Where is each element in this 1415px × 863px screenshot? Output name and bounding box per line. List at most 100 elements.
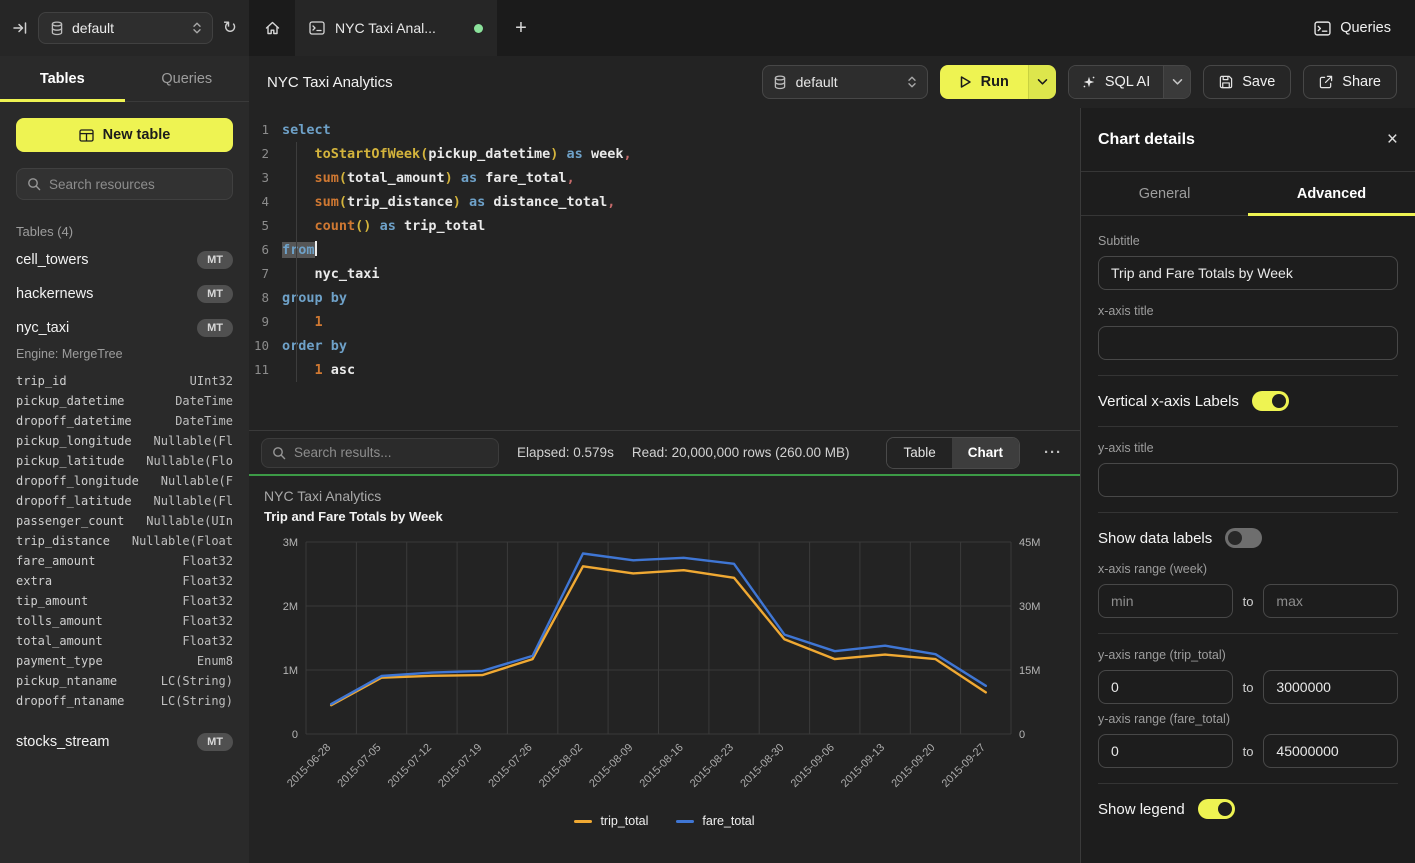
column-name: dropoff_latitude (16, 494, 132, 508)
sidebar-search-input[interactable] (49, 177, 222, 192)
new-table-button[interactable]: New table (16, 118, 233, 152)
code-line[interactable]: 6from (249, 238, 1080, 262)
svg-text:2015-08-02: 2015-08-02 (537, 742, 585, 790)
engine-badge: MT (197, 251, 233, 269)
show-data-labels-toggle[interactable] (1225, 528, 1262, 548)
legend-item-fare_total[interactable]: fare_total (676, 814, 754, 828)
panel-tab-general[interactable]: General (1081, 172, 1248, 215)
column-row[interactable]: fare_amountFloat32 (16, 551, 233, 571)
panel-tab-advanced[interactable]: Advanced (1248, 172, 1415, 215)
collapse-sidebar-icon[interactable] (12, 20, 28, 36)
y-range-trip-max-input[interactable] (1263, 670, 1398, 704)
x-axis-title-input[interactable] (1098, 326, 1398, 360)
sql-ai-options-button[interactable] (1163, 66, 1190, 98)
x-range-max-input[interactable] (1263, 584, 1398, 618)
column-row[interactable]: total_amountFloat32 (16, 631, 233, 651)
sql-editor[interactable]: 1select2 toStartOfWeek(pickup_datetime) … (249, 108, 1080, 430)
more-options-icon[interactable]: ··· (1038, 444, 1068, 461)
code-line[interactable]: 11 1 asc (249, 358, 1080, 382)
code-line[interactable]: 7 nyc_taxi (249, 262, 1080, 286)
y-range-fare-min-input[interactable] (1098, 734, 1233, 768)
column-row[interactable]: pickup_longitudeNullable(Fl (16, 431, 233, 451)
column-type: Float32 (182, 634, 233, 648)
sql-ai-button[interactable]: SQL AI (1069, 66, 1163, 98)
code-line[interactable]: 2 toStartOfWeek(pickup_datetime) as week… (249, 142, 1080, 166)
column-row[interactable]: pickup_ntanameLC(String) (16, 671, 233, 691)
chevron-up-down-icon (192, 21, 202, 35)
legend-swatch (676, 820, 694, 823)
home-button[interactable] (249, 0, 295, 56)
toolbar-database-selector[interactable]: default (762, 65, 928, 99)
table-row-hackernews[interactable]: hackernews MT (0, 277, 249, 311)
sidebar-tab-queries[interactable]: Queries (125, 56, 250, 101)
column-row[interactable]: tolls_amountFloat32 (16, 611, 233, 631)
x-range-min-input[interactable] (1098, 584, 1233, 618)
svg-text:2015-09-13: 2015-09-13 (839, 742, 887, 790)
column-row[interactable]: pickup_latitudeNullable(Flo (16, 451, 233, 471)
subtitle-input[interactable] (1098, 256, 1398, 290)
column-row[interactable]: dropoff_ntanameLC(String) (16, 691, 233, 711)
tab-nyc-taxi-analytics[interactable]: NYC Taxi Anal... (295, 0, 497, 56)
vertical-x-labels-toggle[interactable] (1252, 391, 1289, 411)
sidebar-tab-tables[interactable]: Tables (0, 56, 125, 101)
new-tab-button[interactable]: + (497, 0, 545, 56)
subtitle-label: Subtitle (1098, 234, 1398, 248)
column-row[interactable]: dropoff_latitudeNullable(Fl (16, 491, 233, 511)
table-row-cell-towers[interactable]: cell_towers MT (0, 243, 249, 277)
chart-subtitle: Trip and Fare Totals by Week (264, 509, 1065, 524)
code-line[interactable]: 10order by (249, 334, 1080, 358)
y-range-fare-max-input[interactable] (1263, 734, 1398, 768)
column-row[interactable]: dropoff_longitudeNullable(F (16, 471, 233, 491)
line-chart: 001M15M2M30M3M45M2015-06-282015-07-05201… (264, 528, 1065, 814)
code-line[interactable]: 4 sum(trip_distance) as distance_total, (249, 190, 1080, 214)
legend-item-trip_total[interactable]: trip_total (574, 814, 648, 828)
share-button[interactable]: Share (1303, 65, 1397, 99)
line-number: 9 (249, 310, 282, 334)
run-button[interactable]: Run (940, 65, 1028, 99)
table-row-stocks-stream[interactable]: stocks_stream MT (0, 725, 249, 759)
indent-guide (296, 142, 297, 382)
save-button[interactable]: Save (1203, 65, 1291, 99)
column-name: tolls_amount (16, 614, 103, 628)
column-type: Nullable(Float (132, 534, 233, 548)
sidebar-search[interactable] (16, 168, 233, 200)
refresh-icon[interactable]: ↻ (223, 18, 237, 38)
results-search-input[interactable] (294, 445, 488, 460)
column-row[interactable]: passenger_countNullable(UIn (16, 511, 233, 531)
results-search[interactable] (261, 438, 499, 468)
code-line[interactable]: 5 count() as trip_total (249, 214, 1080, 238)
sql-ai-label: SQL AI (1105, 74, 1150, 90)
column-row[interactable]: pickup_datetimeDateTime (16, 391, 233, 411)
column-row[interactable]: dropoff_datetimeDateTime (16, 411, 233, 431)
column-row[interactable]: tip_amountFloat32 (16, 591, 233, 611)
code-line[interactable]: 8group by (249, 286, 1080, 310)
show-legend-toggle[interactable] (1198, 799, 1235, 819)
database-selector-value: default (72, 20, 114, 36)
code-line[interactable]: 1select (249, 118, 1080, 142)
y-axis-title-input[interactable] (1098, 463, 1398, 497)
y-range-trip-row: to (1098, 670, 1398, 704)
database-icon (50, 21, 64, 36)
toggle-knob (1228, 531, 1242, 545)
column-row[interactable]: extraFloat32 (16, 571, 233, 591)
code-line[interactable]: 9 1 (249, 310, 1080, 334)
y-range-trip-min-input[interactable] (1098, 670, 1233, 704)
column-row[interactable]: trip_distanceNullable(Float (16, 531, 233, 551)
run-options-button[interactable] (1028, 65, 1056, 99)
column-row[interactable]: payment_typeEnum8 (16, 651, 233, 671)
y-axis-title-label: y-axis title (1098, 441, 1398, 455)
table-row-nyc-taxi[interactable]: nyc_taxi MT (0, 311, 249, 345)
view-chart-button[interactable]: Chart (952, 438, 1019, 468)
search-icon (27, 177, 41, 191)
close-icon[interactable]: × (1387, 130, 1398, 149)
topbar-right-section[interactable]: Queries (1314, 0, 1415, 56)
column-type: Nullable(Fl (154, 434, 233, 448)
column-type: Enum8 (197, 654, 233, 668)
column-row[interactable]: trip_idUInt32 (16, 371, 233, 391)
svg-text:2015-09-20: 2015-09-20 (889, 742, 937, 790)
svg-text:15M: 15M (1019, 665, 1040, 677)
code-line[interactable]: 3 sum(total_amount) as fare_total, (249, 166, 1080, 190)
database-selector[interactable]: default (38, 12, 213, 44)
sql-ai-button-group: SQL AI (1068, 65, 1191, 99)
view-table-button[interactable]: Table (887, 438, 951, 468)
